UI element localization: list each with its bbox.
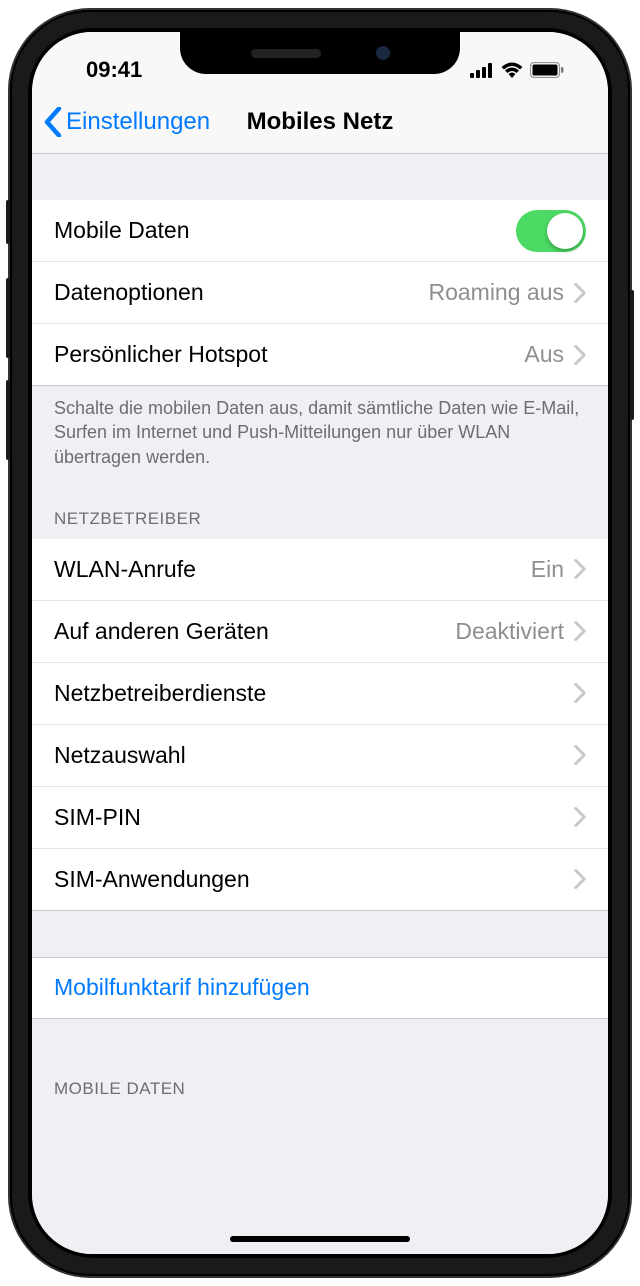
chevron-right-icon	[574, 621, 586, 641]
sim-pin-label: SIM-PIN	[54, 804, 141, 831]
hotspot-label: Persönlicher Hotspot	[54, 341, 268, 368]
home-indicator[interactable]	[230, 1236, 410, 1242]
data-options-value: Roaming aus	[428, 279, 564, 306]
mobile-data-row[interactable]: Mobile Daten	[32, 200, 608, 262]
content-area: Mobile Daten Datenoptionen Roaming aus P…	[32, 154, 608, 1254]
data-options-label: Datenoptionen	[54, 279, 204, 306]
side-button	[630, 290, 634, 420]
volume-up-button	[6, 278, 10, 358]
notch	[180, 32, 460, 74]
personal-hotspot-row[interactable]: Persönlicher Hotspot Aus	[32, 324, 608, 386]
volume-down-button	[6, 380, 10, 460]
section-footer: Schalte die mobilen Daten aus, damit säm…	[32, 386, 608, 481]
mobile-data-label: Mobile Daten	[54, 217, 190, 244]
hotspot-value: Aus	[524, 341, 564, 368]
back-label: Einstellungen	[66, 108, 210, 136]
silent-switch	[6, 200, 10, 244]
sim-applications-row[interactable]: SIM-Anwendungen	[32, 849, 608, 911]
back-button[interactable]: Einstellungen	[44, 107, 210, 137]
mobile-data-toggle[interactable]	[516, 210, 586, 252]
carrier-section-header: NETZBETREIBER	[32, 481, 608, 539]
add-cellular-plan-row[interactable]: Mobilfunktarif hinzufügen	[32, 957, 608, 1019]
add-plan-label: Mobilfunktarif hinzufügen	[54, 974, 310, 1001]
other-devices-value: Deaktiviert	[455, 618, 564, 645]
network-selection-row[interactable]: Netzauswahl	[32, 725, 608, 787]
phone-frame: 09:41 Einstellungen Mobiles Netz Mobile …	[10, 10, 630, 1276]
chevron-right-icon	[574, 745, 586, 765]
chevron-right-icon	[574, 559, 586, 579]
sim-pin-row[interactable]: SIM-PIN	[32, 787, 608, 849]
sim-apps-label: SIM-Anwendungen	[54, 866, 250, 893]
data-options-row[interactable]: Datenoptionen Roaming aus	[32, 262, 608, 324]
other-devices-label: Auf anderen Geräten	[54, 618, 269, 645]
battery-icon	[530, 62, 564, 78]
network-selection-label: Netzauswahl	[54, 742, 186, 769]
chevron-right-icon	[574, 807, 586, 827]
chevron-right-icon	[574, 283, 586, 303]
wlan-calls-label: WLAN-Anrufe	[54, 556, 196, 583]
cellular-signal-icon	[470, 63, 494, 78]
carrier-services-row[interactable]: Netzbetreiberdienste	[32, 663, 608, 725]
chevron-left-icon	[44, 107, 62, 137]
status-time: 09:41	[64, 57, 142, 83]
carrier-services-label: Netzbetreiberdienste	[54, 680, 266, 707]
wlan-calls-row[interactable]: WLAN-Anrufe Ein	[32, 539, 608, 601]
navigation-bar: Einstellungen Mobiles Netz	[32, 90, 608, 154]
chevron-right-icon	[574, 683, 586, 703]
wlan-calls-value: Ein	[531, 556, 564, 583]
mobile-data-section-header: MOBILE DATEN	[32, 1019, 608, 1109]
other-devices-row[interactable]: Auf anderen Geräten Deaktiviert	[32, 601, 608, 663]
page-title: Mobiles Netz	[247, 108, 394, 136]
chevron-right-icon	[574, 345, 586, 365]
chevron-right-icon	[574, 869, 586, 889]
wifi-icon	[501, 62, 523, 78]
